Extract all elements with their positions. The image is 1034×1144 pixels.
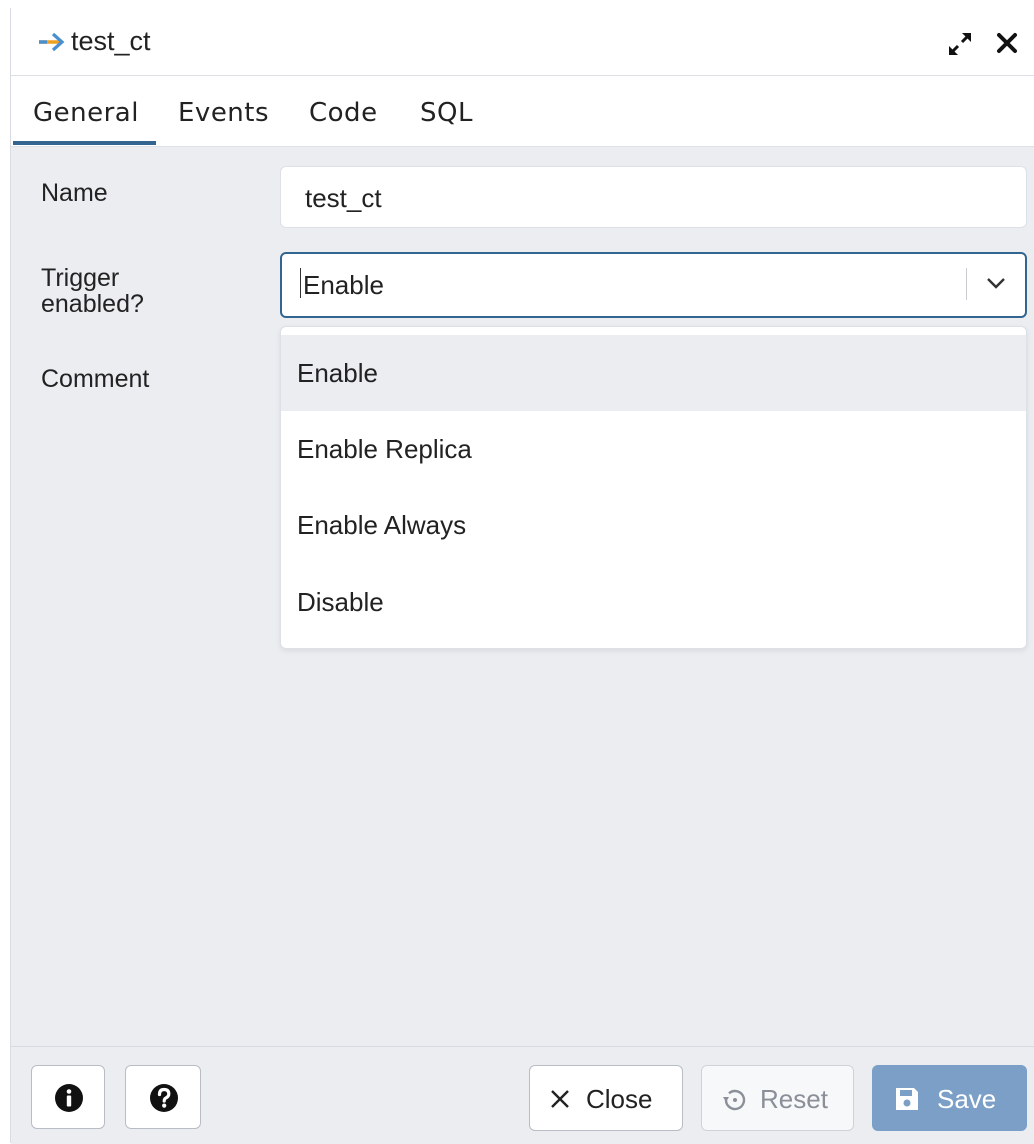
trigger-enabled-label-line1: Trigger — [41, 264, 120, 292]
close-x-icon — [551, 1090, 569, 1108]
dialog-titlebar[interactable]: test_ct — [11, 8, 1034, 76]
arrow-right-icon — [39, 32, 65, 52]
tab-general[interactable]: General — [33, 98, 139, 128]
help-button[interactable] — [125, 1065, 201, 1129]
info-button[interactable] — [31, 1065, 105, 1129]
trigger-enabled-label-line2: enabled? — [41, 290, 144, 318]
trigger-enabled-dropdown: Enable Enable Replica Enable Always Disa… — [280, 326, 1027, 649]
name-label: Name — [41, 179, 108, 207]
info-icon — [55, 1084, 83, 1112]
option-disable[interactable]: Disable — [281, 564, 1026, 640]
reset-button-label: Reset — [760, 1084, 828, 1114]
name-input[interactable]: test_ct — [280, 166, 1027, 228]
expand-icon[interactable] — [946, 30, 974, 58]
select-separator — [966, 268, 967, 300]
trigger-enabled-select[interactable]: Enable — [280, 252, 1027, 318]
dialog-footer: Close Reset Save — [11, 1046, 1034, 1144]
close-icon[interactable] — [995, 31, 1019, 55]
tab-code[interactable]: Code — [309, 98, 378, 128]
tab-bar: General Events Code SQL — [11, 76, 1034, 147]
active-tab-indicator — [13, 141, 156, 145]
trigger-dialog: test_ct General Events Code SQL Name tes… — [10, 8, 1034, 1144]
chevron-down-icon[interactable] — [985, 272, 1007, 294]
save-button[interactable]: Save — [872, 1065, 1027, 1131]
save-button-label: Save — [937, 1084, 997, 1114]
name-input-value: test_ct — [305, 183, 382, 213]
dialog-title: test_ct — [71, 26, 151, 56]
close-button[interactable]: Close — [529, 1065, 683, 1131]
close-button-label: Close — [586, 1084, 653, 1114]
option-enable-always[interactable]: Enable Always — [281, 487, 1026, 563]
tab-events[interactable]: Events — [178, 98, 269, 128]
help-icon — [150, 1084, 178, 1112]
text-cursor — [300, 268, 301, 298]
trigger-enabled-value: Enable — [303, 270, 384, 300]
tab-sql[interactable]: SQL — [420, 98, 473, 128]
save-icon — [896, 1088, 918, 1110]
comment-label: Comment — [41, 365, 150, 393]
reset-icon — [723, 1089, 746, 1111]
option-enable-replica[interactable]: Enable Replica — [281, 411, 1026, 487]
option-enable[interactable]: Enable — [281, 335, 1026, 411]
reset-button[interactable]: Reset — [701, 1065, 854, 1131]
